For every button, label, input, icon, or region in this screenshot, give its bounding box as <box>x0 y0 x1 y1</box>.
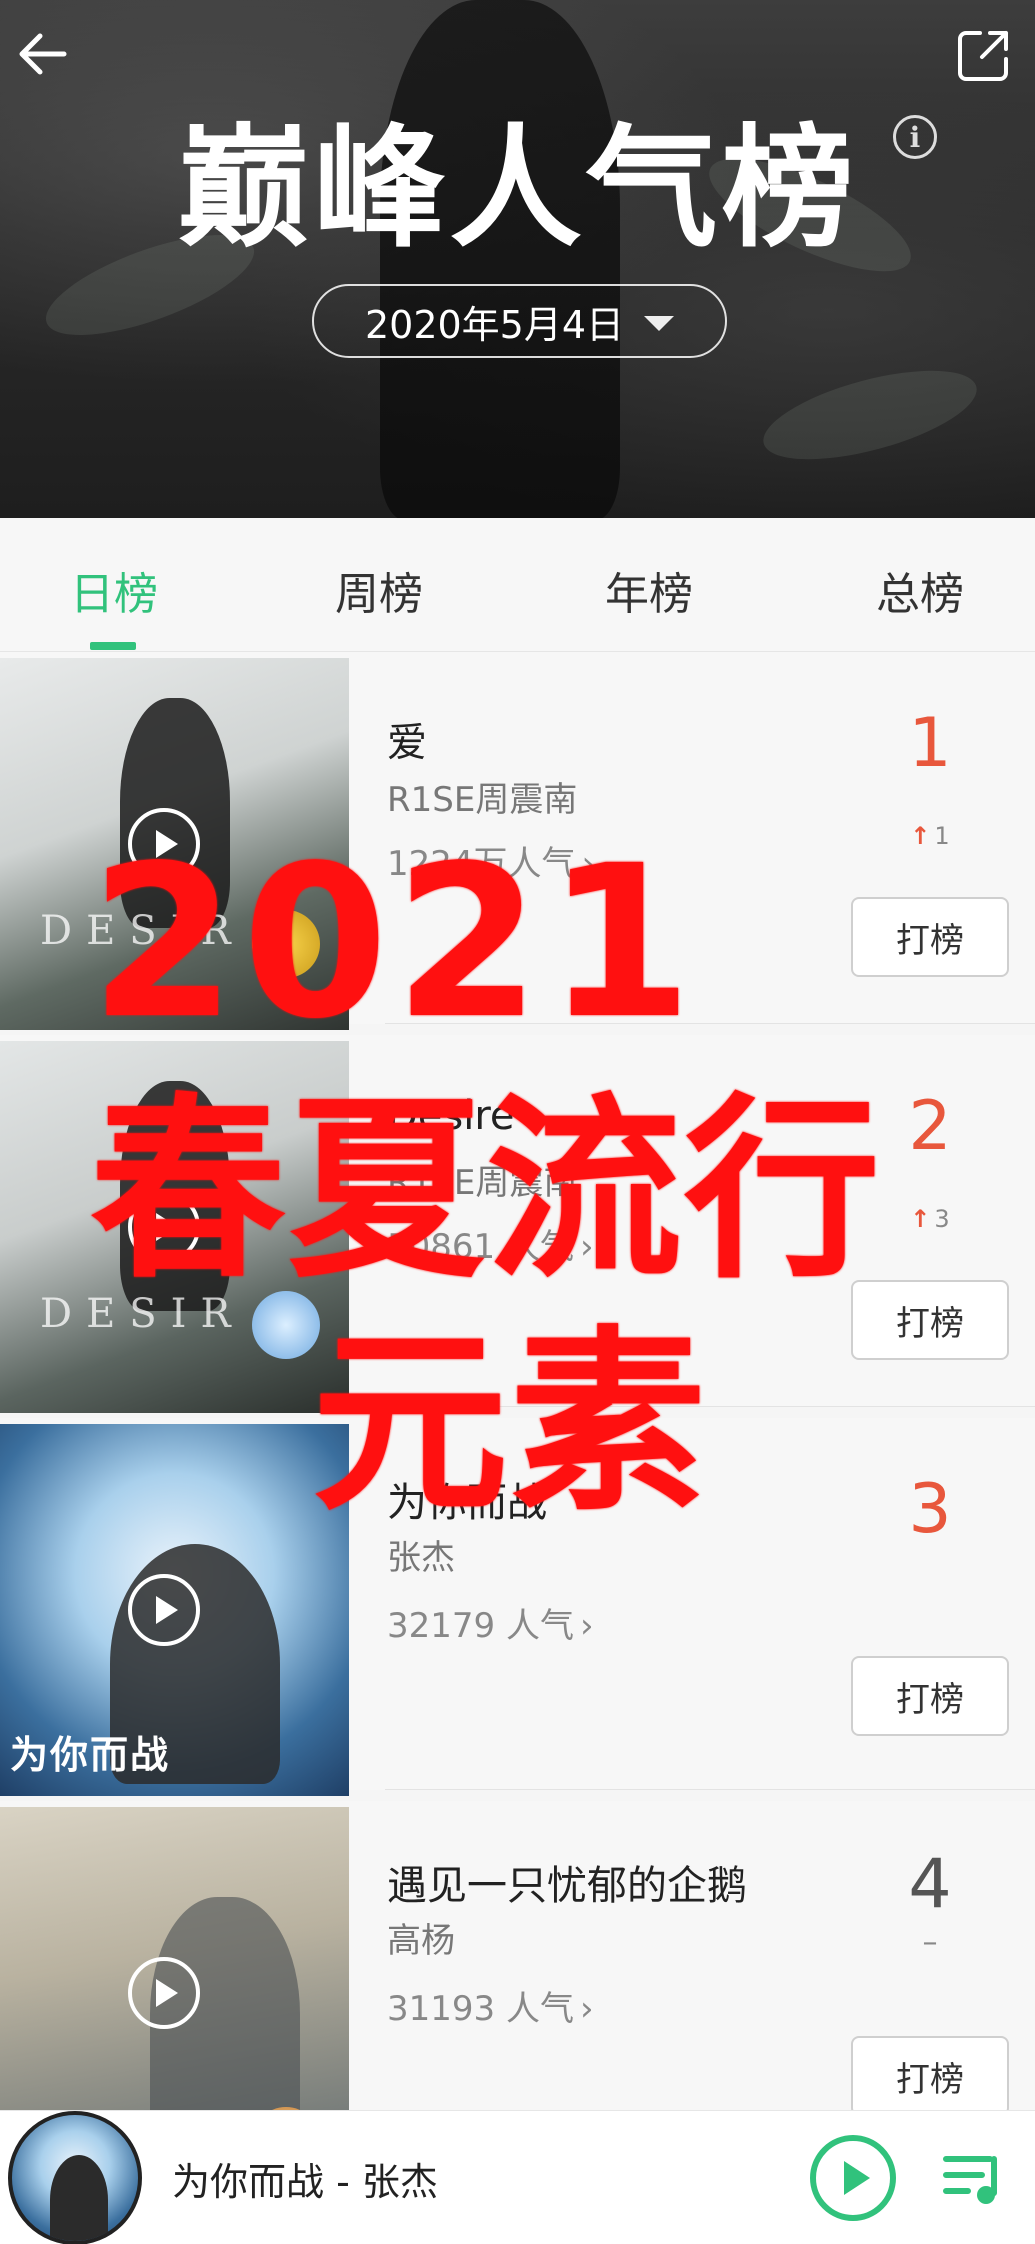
song-popularity[interactable]: 32179 人气 › <box>387 1598 594 1647</box>
date-selector[interactable]: 2020年5月4日 <box>312 284 727 358</box>
vote-button[interactable]: 打榜 <box>851 2036 1009 2116</box>
song-artist[interactable]: 高杨 <box>387 1913 455 1962</box>
song-title: 遇见一只忧郁的企鹅 <box>387 1863 747 1909</box>
tab-all-time[interactable]: 总榜 <box>876 558 964 622</box>
promo-year: 2021 <box>90 820 699 1065</box>
tab-weekly[interactable]: 周榜 <box>335 558 423 622</box>
background-leaf <box>754 352 986 478</box>
row-divider <box>385 1789 1035 1790</box>
active-tab-indicator <box>90 642 136 650</box>
arrow-left-icon <box>19 33 67 75</box>
rank-trend: – <box>922 1925 938 1960</box>
cover-title: 为你而战 <box>10 1733 171 1777</box>
arrow-up-icon: ↑ <box>910 1205 931 1233</box>
rank-trend: ↑ 1 <box>870 822 990 850</box>
chart-tabs: 日榜 周榜 年榜 总榜 <box>0 518 1035 652</box>
chevron-right-icon: › <box>579 1989 594 2029</box>
date-label: 2020年5月4日 <box>364 302 625 347</box>
page-title: 巅峰人气榜 <box>177 112 858 266</box>
song-popularity[interactable]: 31193 人气 › <box>387 1981 594 2030</box>
playlist-icon[interactable] <box>940 2145 1006 2211</box>
song-artist[interactable]: R1SE周震南 <box>387 772 577 821</box>
rank-number: 4 <box>908 1845 952 1924</box>
album-cover[interactable]: 为你而战 <box>0 1424 349 1796</box>
vote-button[interactable]: 打榜 <box>851 1656 1009 1736</box>
popularity-value: 32179 人气 <box>387 1606 574 1646</box>
caret-down-icon <box>644 315 675 331</box>
share-button[interactable] <box>951 22 1017 88</box>
play-button[interactable] <box>810 2135 896 2221</box>
back-button[interactable] <box>12 22 76 86</box>
info-icon[interactable]: i <box>893 115 937 159</box>
rank-number: 2 <box>908 1087 952 1166</box>
share-icon <box>958 31 1008 81</box>
promo-subheadline: 元素 <box>312 1310 709 1538</box>
tab-daily[interactable]: 日榜 <box>70 558 158 622</box>
popularity-value: 31193 人气 <box>387 1989 574 2029</box>
play-icon[interactable] <box>128 1574 200 1646</box>
rank-number: 3 <box>908 1470 952 1549</box>
chart-header: 巅峰人气榜 i 2020年5月4日 <box>0 0 1035 518</box>
now-playing-title[interactable]: 为你而战 - 张杰 <box>172 2151 438 2206</box>
rank-trend: ↑ 3 <box>870 1205 990 1233</box>
tab-yearly[interactable]: 年榜 <box>605 558 693 622</box>
song-title: 爱 <box>387 720 427 766</box>
mini-player[interactable]: 为你而战 - 张杰 <box>0 2110 1035 2244</box>
arrow-up-icon: ↑ <box>910 822 931 850</box>
chevron-right-icon: › <box>579 1606 594 1646</box>
rank-number: 1 <box>908 704 952 783</box>
play-icon[interactable] <box>128 1957 200 2029</box>
now-playing-cover[interactable] <box>8 2111 142 2244</box>
trend-value: 1 <box>934 822 950 850</box>
trend-value: 3 <box>934 1205 950 1233</box>
vote-button[interactable]: 打榜 <box>851 897 1009 977</box>
